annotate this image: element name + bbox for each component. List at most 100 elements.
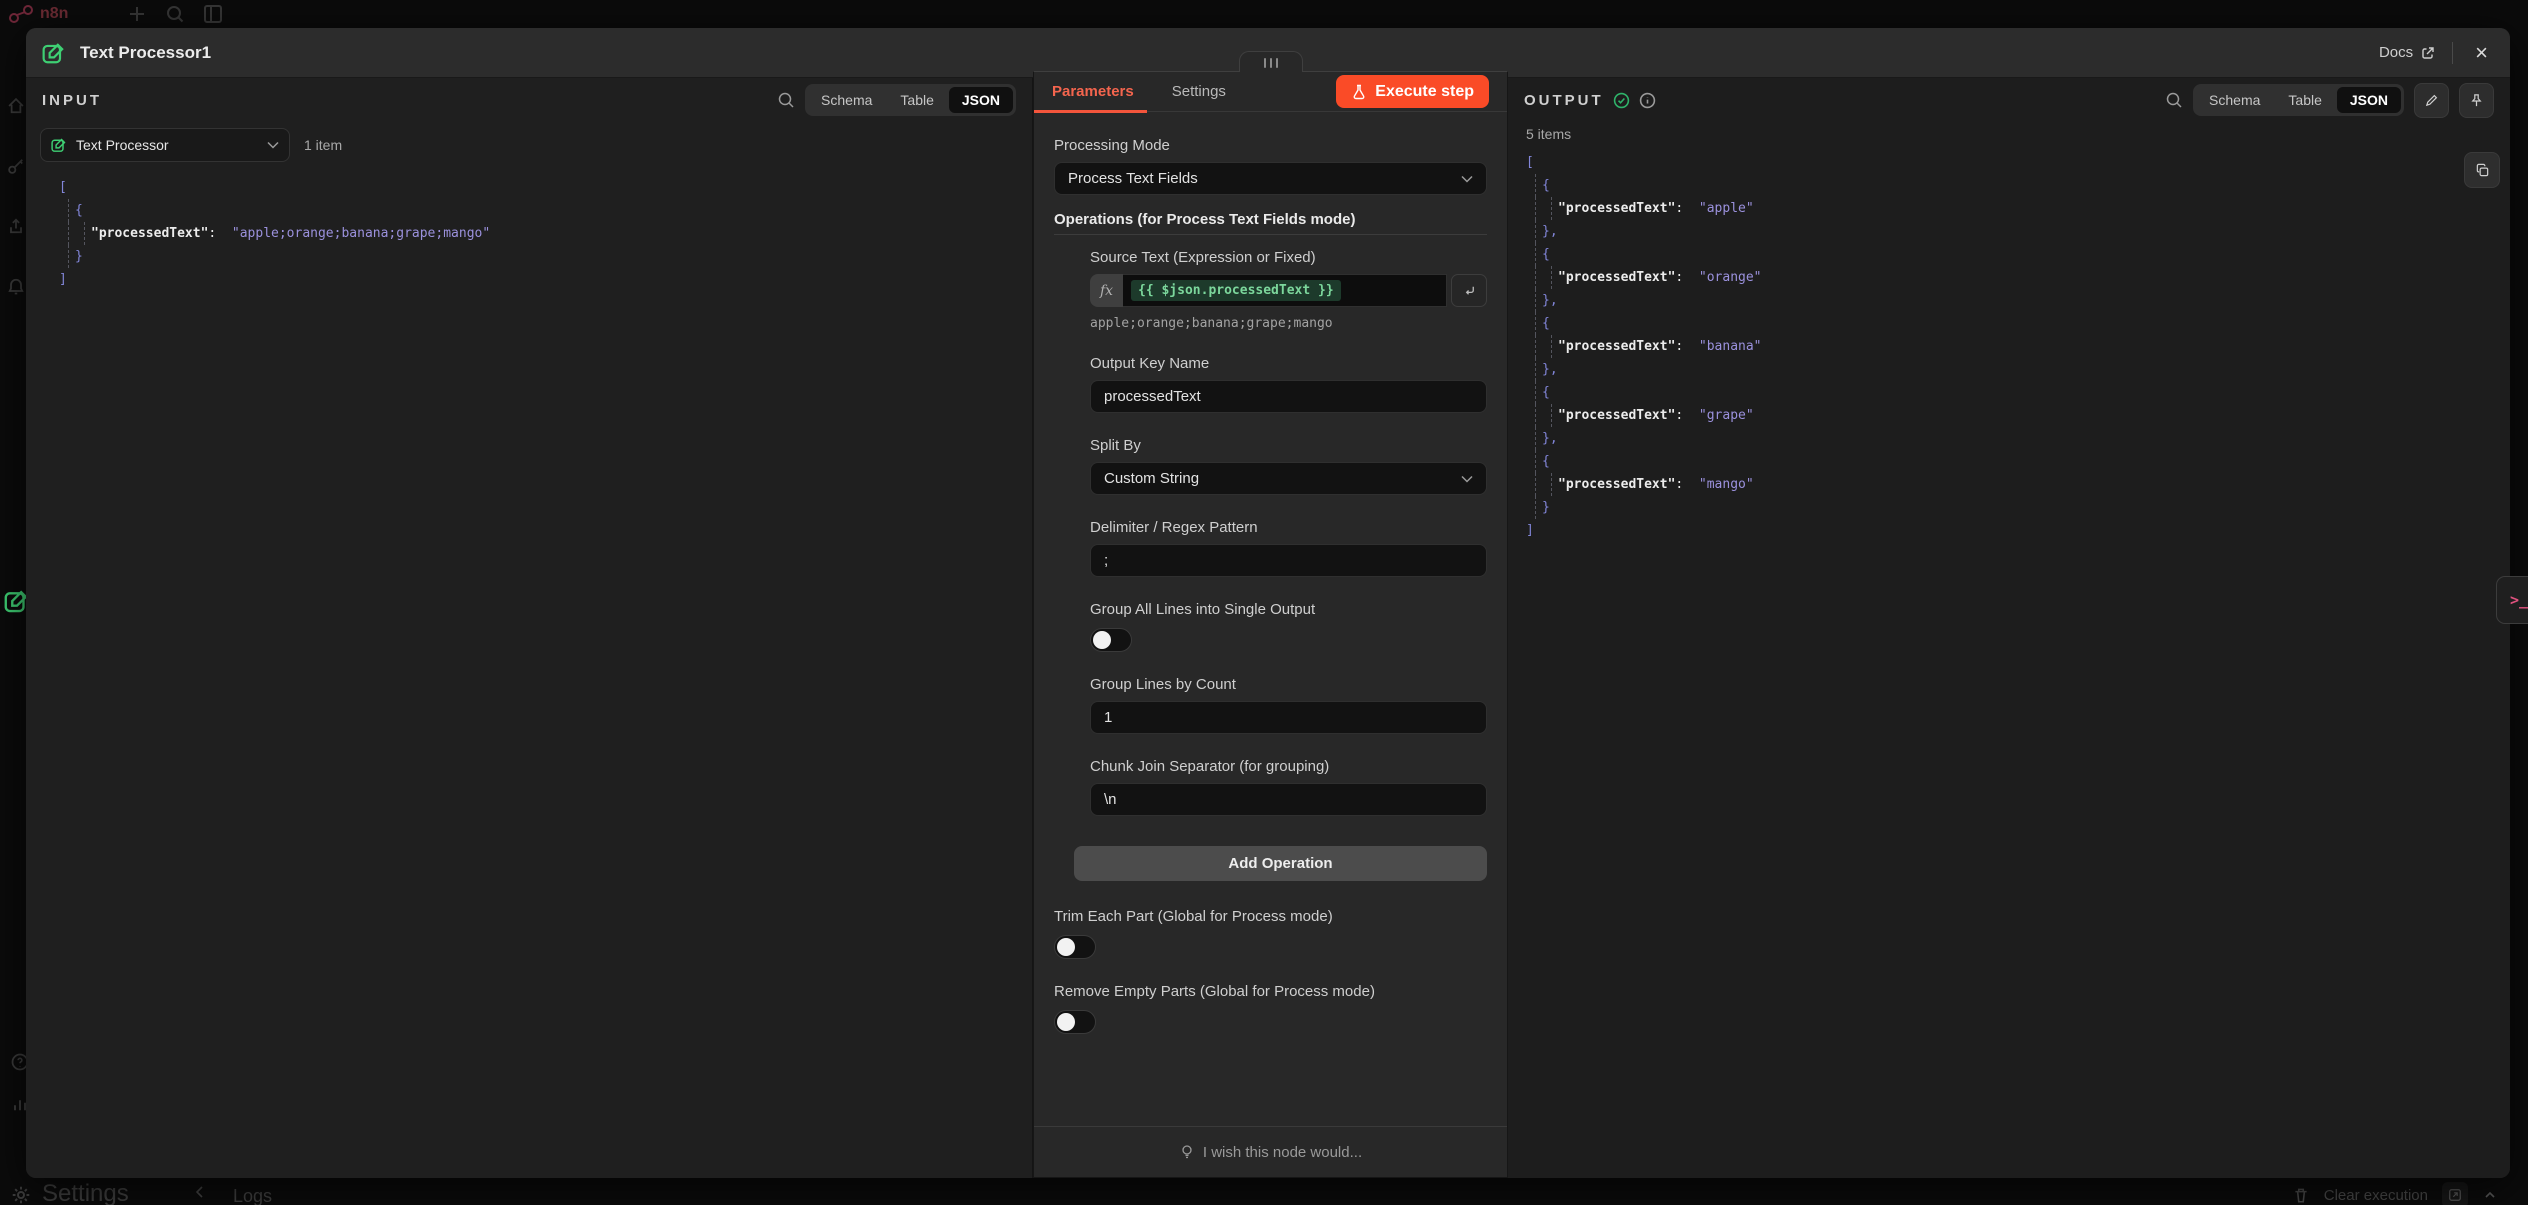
expression-value: {{ $json.processedText }}: [1131, 280, 1341, 301]
tab-settings[interactable]: Settings: [1172, 83, 1226, 100]
execute-step-label: Execute step: [1375, 83, 1474, 101]
output-key-input[interactable]: [1090, 380, 1487, 413]
layout-icon[interactable]: [202, 3, 224, 25]
add-operation-button[interactable]: Add Operation: [1074, 846, 1487, 881]
success-check-icon: [1613, 92, 1630, 109]
input-node-select[interactable]: Text Processor: [40, 128, 290, 162]
edit-output-button[interactable]: [2414, 83, 2449, 118]
processing-mode-select[interactable]: Process Text Fields: [1054, 162, 1487, 195]
sidebar-collapse-icon[interactable]: [192, 1184, 208, 1200]
settings-label: Settings: [42, 1180, 129, 1205]
pin-icon: [2469, 93, 2484, 108]
tab-schema[interactable]: Schema: [808, 87, 885, 113]
json-line: {: [1526, 381, 2510, 404]
n8n-logo-icon: [8, 2, 34, 26]
docs-link[interactable]: Docs: [2379, 44, 2436, 61]
settings-menu-item[interactable]: Settings: [10, 1180, 129, 1205]
json-line: "processedText": "orange": [1526, 266, 2510, 289]
chevron-up-icon[interactable]: [2482, 1187, 2498, 1203]
tab-json[interactable]: JSON: [2337, 87, 2401, 113]
close-button[interactable]: ×: [2469, 40, 2494, 66]
json-line: {: [59, 199, 1032, 222]
grip-bar: [1270, 58, 1272, 68]
tab-table[interactable]: Table: [2275, 87, 2334, 113]
output-view-tabs: Schema Table JSON: [2193, 84, 2404, 116]
json-line: {: [1526, 450, 2510, 473]
json-line: ]: [59, 268, 1032, 291]
trim-toggle[interactable]: [1054, 935, 1096, 959]
search-icon[interactable]: [777, 91, 795, 109]
input-node-name: Text Processor: [76, 137, 258, 153]
json-line: "processedText": "apple": [1526, 197, 2510, 220]
popout-button[interactable]: [2442, 1182, 2468, 1205]
parameters-header: Parameters Settings Execute step: [1034, 72, 1507, 112]
drag-handle[interactable]: [1239, 51, 1303, 72]
group-count-input[interactable]: [1090, 701, 1487, 734]
chunk-join-input[interactable]: [1090, 783, 1487, 816]
json-line: "processedText": "banana": [1526, 335, 2510, 358]
tab-json[interactable]: JSON: [949, 87, 1013, 113]
copy-output-button[interactable]: [2464, 152, 2500, 188]
docs-label: Docs: [2379, 44, 2413, 61]
input-json-viewer[interactable]: [{"processedText": "apple;orange;banana;…: [59, 176, 1032, 291]
next-node-button[interactable]: >_: [2496, 576, 2528, 624]
operation-item: Source Text (Expression or Fixed) fx {{ …: [1054, 249, 1487, 816]
chevron-down-icon: [1461, 475, 1473, 483]
search-icon[interactable]: [164, 3, 186, 25]
pencil-icon: [2424, 93, 2439, 108]
input-items-count: 1 item: [304, 137, 342, 153]
key-icon[interactable]: [6, 156, 26, 176]
delimiter-input[interactable]: [1090, 544, 1487, 577]
bell-icon[interactable]: [6, 276, 26, 296]
add-icon[interactable]: [126, 3, 148, 25]
json-line: [: [1526, 151, 2510, 174]
group-all-toggle[interactable]: [1090, 628, 1132, 652]
input-view-tabs: Schema Table JSON: [805, 84, 1016, 116]
lightbulb-icon: [1179, 1144, 1195, 1160]
home-icon[interactable]: [6, 96, 26, 116]
json-line: [: [59, 176, 1032, 199]
popout-icon: [2448, 1188, 2462, 1202]
open-expression-editor-button[interactable]: [1451, 274, 1487, 307]
copy-icon: [2475, 163, 2490, 178]
source-text-label: Source Text (Expression or Fixed): [1090, 249, 1487, 266]
input-panel-header: INPUT Schema Table JSON: [26, 80, 1032, 120]
gear-icon: [10, 1184, 32, 1205]
node-edit-icon: [42, 41, 66, 65]
app-logo-text: n8n: [40, 5, 68, 23]
node-feedback-label: I wish this node would...: [1203, 1144, 1362, 1161]
json-line: },: [1526, 220, 2510, 243]
split-by-select[interactable]: Custom String: [1090, 462, 1487, 495]
node-feedback-link[interactable]: I wish this node would...: [1034, 1126, 1507, 1177]
clear-execution-label[interactable]: Clear execution: [2324, 1187, 2428, 1204]
fx-badge: fx: [1090, 274, 1123, 307]
expression-result-preview: apple;orange;banana;grape;mango: [1090, 316, 1487, 331]
expression-input[interactable]: {{ $json.processedText }}: [1123, 274, 1447, 307]
logs-panel-label[interactable]: Logs: [233, 1186, 272, 1205]
processing-mode-label: Processing Mode: [1054, 137, 1487, 154]
json-line: {: [1526, 243, 2510, 266]
pin-data-button[interactable]: [2459, 83, 2494, 118]
remove-empty-label: Remove Empty Parts (Global for Process m…: [1054, 983, 1487, 1000]
node-edit-icon: [51, 137, 67, 153]
remove-empty-toggle[interactable]: [1054, 1010, 1096, 1034]
input-source-row: Text Processor 1 item: [26, 120, 1032, 162]
external-link-icon: [2420, 45, 2436, 61]
json-line: "processedText": "apple;orange;banana;gr…: [59, 222, 1032, 245]
processing-mode-value: Process Text Fields: [1068, 170, 1198, 187]
output-json-viewer[interactable]: [{"processedText": "apple"},{"processedT…: [1526, 151, 2510, 542]
export-icon[interactable]: [6, 216, 26, 236]
tab-parameters[interactable]: Parameters: [1052, 83, 1134, 100]
source-text-expression-row: fx {{ $json.processedText }}: [1090, 274, 1487, 307]
tab-table[interactable]: Table: [887, 87, 946, 113]
screen: n8n Settings Logs Clear execution >_: [0, 0, 2528, 1205]
info-icon[interactable]: [1639, 92, 1656, 109]
execute-step-button[interactable]: Execute step: [1336, 75, 1489, 108]
tab-schema[interactable]: Schema: [2196, 87, 2273, 113]
output-key-label: Output Key Name: [1090, 355, 1487, 372]
node-title[interactable]: Text Processor1: [80, 43, 211, 63]
search-icon[interactable]: [2165, 91, 2183, 109]
group-count-label: Group Lines by Count: [1090, 676, 1487, 693]
output-title-group: OUTPUT: [1524, 92, 1656, 109]
chevron-down-icon: [1461, 175, 1473, 183]
